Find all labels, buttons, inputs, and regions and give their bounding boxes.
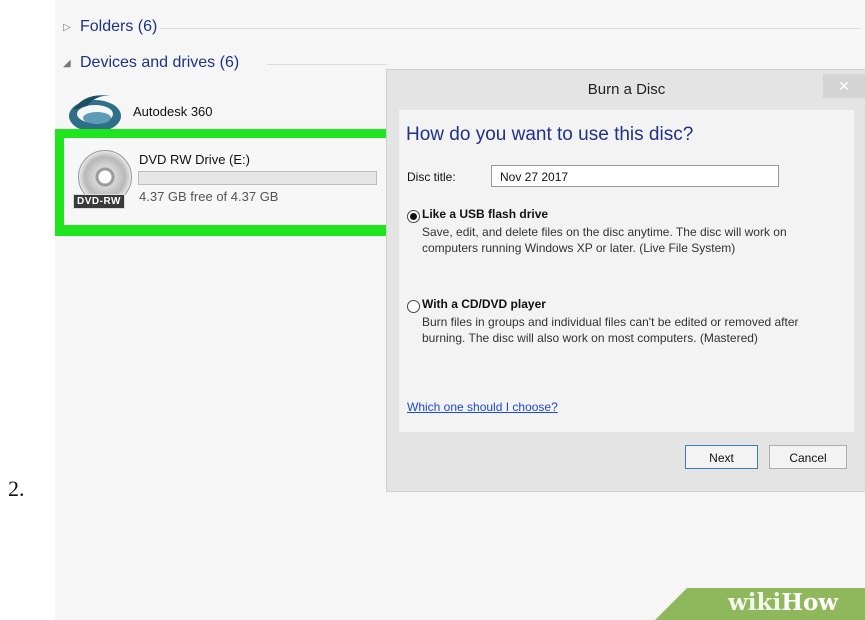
option-usb-description: Save, edit, and delete files on the disc…	[422, 225, 787, 255]
next-button[interactable]: Next	[685, 445, 758, 469]
devices-header-label: Devices and drives (6)	[80, 54, 240, 71]
autodesk-360-item[interactable]: Autodesk 360	[67, 88, 213, 134]
option-usb-title: Like a USB flash drive	[422, 207, 549, 221]
dialog-content: How do you want to use this disc? Disc t…	[399, 110, 854, 432]
radio-cd-dvd-player[interactable]	[407, 300, 420, 313]
option-cd-title: With a CD/DVD player	[422, 297, 546, 311]
folders-group-header[interactable]: ▷ Folders (6)	[63, 18, 157, 36]
expand-arrow-icon: ▷	[63, 21, 71, 33]
disc-title-input[interactable]: Nov 27 2017	[491, 165, 779, 187]
disc-title-label: Disc title:	[407, 170, 456, 184]
dvd-drive-label: DVD RW Drive (E:)	[139, 152, 250, 167]
dialog-question: How do you want to use this disc?	[406, 124, 694, 145]
dvd-drive-item[interactable]: DVD-RW DVD RW Drive (E:) 4.37 GB free of…	[64, 138, 389, 225]
drive-free-space: 4.37 GB free of 4.37 GB	[139, 189, 279, 204]
cancel-button[interactable]: Cancel	[769, 445, 847, 469]
group-divider	[160, 28, 860, 29]
option-cd-description: Burn files in groups and individual file…	[422, 315, 799, 345]
drive-usage-bar	[138, 171, 377, 185]
wikihow-logo: wikiHow	[728, 589, 839, 616]
collapse-arrow-icon: ◢	[63, 57, 71, 69]
burn-disc-dialog: Burn a Disc ✕ How do you want to use thi…	[386, 69, 865, 492]
explorer-window: ▷ Folders (6) ◢ Devices and drives (6) A…	[55, 0, 865, 620]
group-divider	[267, 64, 387, 65]
close-icon[interactable]: ✕	[823, 74, 865, 98]
devices-group-header[interactable]: ◢ Devices and drives (6)	[63, 54, 239, 72]
autodesk-360-label: Autodesk 360	[133, 103, 213, 119]
step-number: 2.	[8, 476, 25, 501]
help-link[interactable]: Which one should I choose?	[407, 400, 558, 414]
dvd-drive-highlight: DVD-RW DVD RW Drive (E:) 4.37 GB free of…	[55, 129, 398, 236]
dialog-title: Burn a Disc	[587, 81, 666, 98]
dvd-rw-badge: DVD-RW	[73, 194, 125, 209]
folders-header-label: Folders (6)	[80, 18, 158, 35]
autodesk-360-icon	[69, 95, 121, 132]
radio-usb-flash-drive[interactable]	[407, 210, 420, 223]
